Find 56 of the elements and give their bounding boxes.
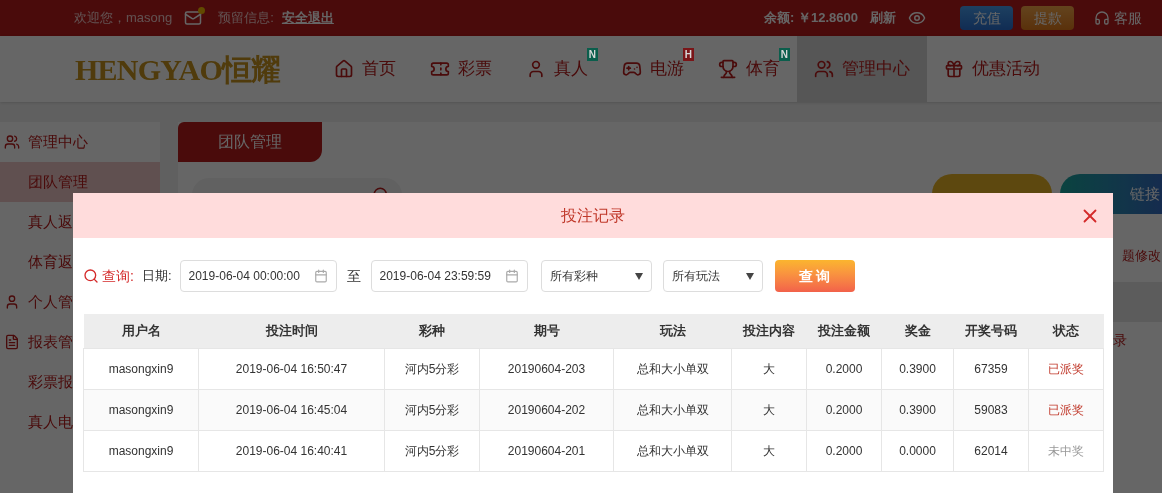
nav-label: 首页 [362,58,396,81]
table-cell: 总和大小单双 [613,430,732,471]
table-cell: 大 [731,348,807,389]
nav-label: 彩票 [458,58,492,81]
table-cell: 河内5分彩 [384,389,480,430]
dialog-title: 投注记录 [561,205,625,226]
status-cell: 已派奖 [1028,348,1104,389]
column-header: 开奖号码 [953,314,1029,348]
table-cell: 2019-06-04 16:45:04 [198,389,385,430]
table-cell: masongxin9 [83,430,199,471]
table-cell: 67359 [953,348,1029,389]
balance-text: 余额: ￥12.8600 [764,9,858,28]
column-header: 彩种 [384,314,480,348]
side-text: 录 [1113,331,1127,350]
column-header: 期号 [479,314,614,348]
table-cell: 总和大小单双 [613,348,732,389]
column-header: 奖金 [881,314,954,348]
table-cell: 2019-06-04 16:50:47 [198,348,385,389]
table-cell: masongxin9 [83,389,199,430]
column-header: 玩法 [613,314,732,348]
table-cell: masongxin9 [83,348,199,389]
table-cell: 20190604-202 [479,389,614,430]
table-cell: 总和大小单双 [613,389,732,430]
table-cell: 河内5分彩 [384,430,480,471]
nav-badge: N [586,48,598,62]
side-text: 题修改 [1122,247,1161,265]
table-cell: 0.2000 [806,389,882,430]
table-cell: 0.0000 [881,430,954,471]
table-cell: 0.3900 [881,348,954,389]
table-cell: 20190604-201 [479,430,614,471]
query-label: 查询: [102,266,134,286]
nav-badge: N [778,48,790,62]
column-header: 投注时间 [198,314,385,348]
table-cell: 河内5分彩 [384,348,480,389]
reserved-info-label: 预留信息: [218,9,274,28]
nav-label: 优惠活动 [972,58,1040,81]
column-header: 投注内容 [731,314,807,348]
nav-badge: H [682,48,694,62]
to-label: 至 [346,266,361,286]
table-cell: 0.3900 [881,389,954,430]
column-header: 投注金额 [806,314,882,348]
table-cell: 0.2000 [806,430,882,471]
column-header: 状态 [1028,314,1104,348]
status-cell: 未中奖 [1028,430,1104,471]
date-label: 日期: [141,267,172,286]
table-cell: 2019-06-04 16:40:41 [198,430,385,471]
column-header: 用户名 [83,314,199,348]
status-cell: 已派奖 [1028,389,1104,430]
table-cell: 0.2000 [806,348,882,389]
welcome-text: 欢迎您，masong [74,9,173,28]
table-cell: 20190604-203 [479,348,614,389]
table-cell: 59083 [953,389,1029,430]
table-cell: 大 [731,430,807,471]
table-cell: 62014 [953,430,1029,471]
nav-label: 管理中心 [842,58,910,81]
table-cell: 大 [731,389,807,430]
